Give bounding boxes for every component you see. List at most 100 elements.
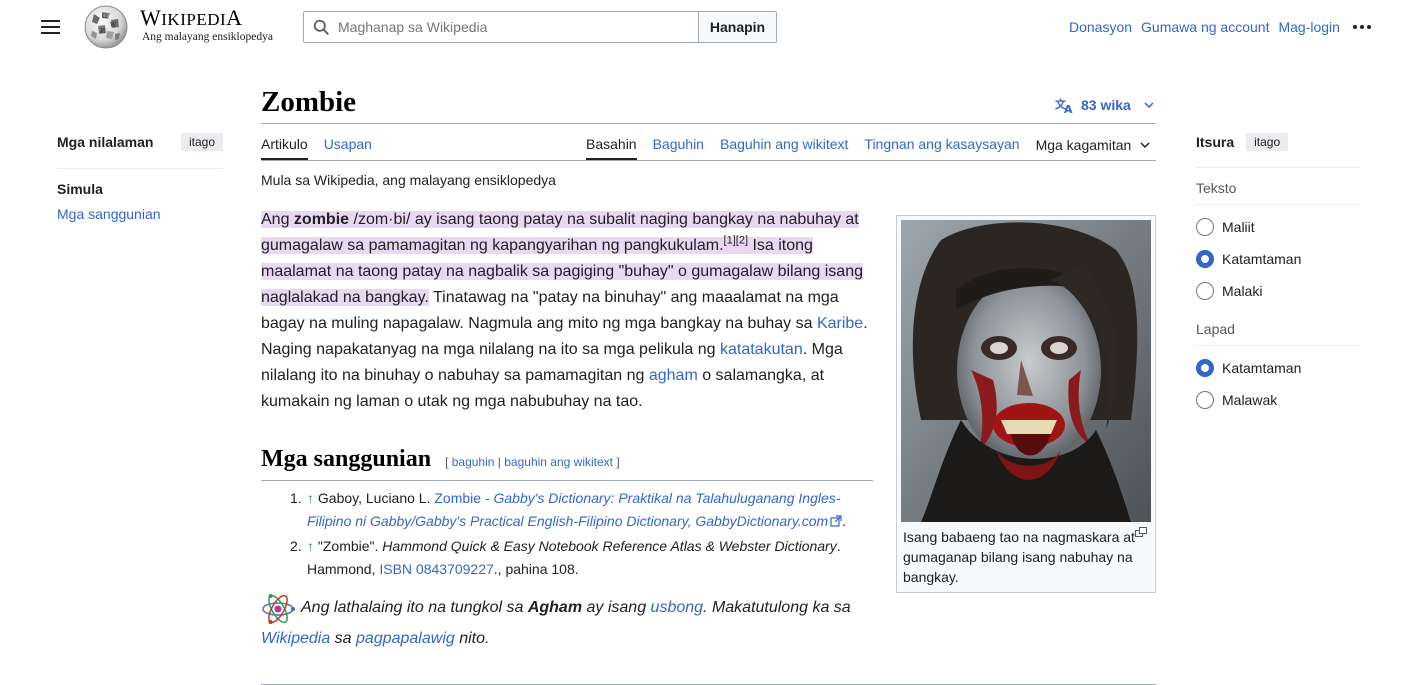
stub-link[interactable]: usbong xyxy=(651,599,704,616)
radio-text-small[interactable]: Maliit xyxy=(1196,211,1360,243)
radio-button[interactable] xyxy=(1196,359,1214,377)
stub-fragment: nito. xyxy=(454,630,490,647)
radio-width-wide[interactable]: Malawak xyxy=(1196,384,1360,416)
infobox-image-frame: Isang babaeng tao na nagmaskara at gumag… xyxy=(896,215,1156,593)
create-account-link[interactable]: Gumawa ng account xyxy=(1141,19,1269,35)
wikipedia-tagline: Ang malayang ensiklopedya xyxy=(142,31,273,43)
radio-button[interactable] xyxy=(1196,282,1214,300)
stub-text: Ang lathalaing ito na tungkol sa Agham a… xyxy=(261,592,873,654)
section-divider xyxy=(261,480,873,481)
lead-text: Ang xyxy=(261,211,294,228)
reference-end: . xyxy=(842,513,847,529)
more-options-icon[interactable] xyxy=(1352,18,1374,36)
link-agham[interactable]: agham xyxy=(649,367,698,384)
user-links: Donasyon Gumawa ng account Mag-login xyxy=(1069,19,1340,35)
tab-article[interactable]: Artikulo xyxy=(261,136,308,160)
search-box xyxy=(304,12,698,42)
link-karibe[interactable]: Karibe xyxy=(817,315,863,332)
appearance-header: Itsura itago xyxy=(1196,131,1360,153)
radio-button[interactable] xyxy=(1196,391,1214,409)
chevron-down-icon xyxy=(1144,102,1154,109)
external-link-icon xyxy=(830,515,842,527)
reference-number: 2. xyxy=(290,538,302,554)
tab-edit[interactable]: Baguhin xyxy=(653,136,704,160)
toc-item-references[interactable]: Mga sanggunian xyxy=(57,206,223,222)
width-label: Lapad xyxy=(1196,321,1235,337)
backlink-arrow[interactable]: ↑ xyxy=(307,490,314,506)
main-menu-icon[interactable] xyxy=(40,17,62,37)
radio-label: Malaki xyxy=(1222,283,1263,299)
text-size-options: Maliit Katamtaman Malaki xyxy=(1196,211,1360,307)
appearance-title: Itsura xyxy=(1196,134,1235,150)
radio-text-large[interactable]: Malaki xyxy=(1196,275,1360,307)
section-edit-links: [ baguhin | baguhin ang wikitext ] xyxy=(445,455,620,469)
search-button[interactable]: Hanapin xyxy=(698,12,776,42)
stub-fragment: . Makatutulong ka sa xyxy=(703,599,851,616)
reference-text: "Zombie". xyxy=(314,538,383,554)
separator: | xyxy=(494,455,505,469)
radio-label: Maliit xyxy=(1222,219,1255,235)
reference-number: 1. xyxy=(290,490,302,506)
appearance-divider xyxy=(1196,167,1360,168)
section-edit-source-link[interactable]: baguhin ang wikitext xyxy=(504,455,613,469)
reference-author: Gaboy, Luciano L. xyxy=(314,490,435,506)
wikipedia-link[interactable]: Wikipedia xyxy=(261,630,330,647)
search-input[interactable] xyxy=(338,12,698,42)
radio-button[interactable] xyxy=(1196,250,1214,268)
svg-text:A: A xyxy=(1064,103,1073,114)
chevron-down-icon xyxy=(1140,142,1150,149)
tools-label: Mga kagamitan xyxy=(1035,137,1132,153)
page-title: Zombie xyxy=(261,86,357,118)
view-tabs: Basahin Baguhin Baguhin ang wikitext Tin… xyxy=(586,136,1151,160)
tab-history[interactable]: Tingnan ang kasaysayan xyxy=(864,136,1019,160)
appearance-panel: Itsura itago Teksto Maliit Katamtaman Ma… xyxy=(1196,131,1360,416)
translate-icon: 文 A xyxy=(1055,97,1073,114)
citation-link[interactable]: [2] xyxy=(736,235,748,247)
svg-text:W: W xyxy=(110,22,117,29)
namespace-tabs: Artikulo Usapan xyxy=(261,136,372,160)
zombie-photo[interactable] xyxy=(901,220,1151,522)
text-size-label: Teksto xyxy=(1196,180,1237,196)
tab-read[interactable]: Basahin xyxy=(586,136,637,160)
radio-label: Malawak xyxy=(1222,392,1278,408)
backlink-arrow[interactable]: ↑ xyxy=(307,538,314,554)
bracket: ] xyxy=(613,455,620,469)
toc-title: Mga nilalaman xyxy=(57,133,154,150)
bracket: [ xyxy=(445,455,452,469)
reference-item: 1. ↑ Gaboy, Luciano L. Zombie - Gabby's … xyxy=(290,487,867,533)
radio-label: Katamtaman xyxy=(1222,251,1302,267)
tabs-divider xyxy=(261,160,1156,161)
stub-topic: Agham xyxy=(527,599,583,616)
svg-text:Ω: Ω xyxy=(102,13,107,20)
lead-paragraph: Ang zombie /zom·bi/ ay isang taong patay… xyxy=(261,207,871,415)
language-count: 83 wika xyxy=(1081,97,1131,113)
radio-width-standard[interactable]: Katamtaman xyxy=(1196,352,1360,384)
wikipedia-wordmark[interactable]: WIKIPEDIA xyxy=(140,7,243,31)
donate-link[interactable]: Donasyon xyxy=(1069,19,1132,35)
link-katatakutan[interactable]: katatakutan xyxy=(720,341,803,358)
stub-fragment: sa xyxy=(330,630,357,647)
tools-menu[interactable]: Mga kagamitan xyxy=(1036,136,1152,160)
title-divider xyxy=(261,123,1156,124)
radio-button[interactable] xyxy=(1196,218,1214,236)
toc-hide-button[interactable]: itago xyxy=(180,132,223,151)
header: Ω W И WIKIPEDIA Ang malayang ensiklopedy… xyxy=(0,0,1420,56)
width-options: Katamtaman Malawak xyxy=(1196,352,1360,416)
expand-link[interactable]: pagpapalawig xyxy=(356,630,455,647)
tab-edit-source[interactable]: Baguhin ang wikitext xyxy=(720,136,848,160)
reference-item: 2. ↑ "Zombie". Hammond Quick & Easy Note… xyxy=(290,535,867,581)
reference-text: ., pahina 108. xyxy=(493,561,579,577)
appearance-hide-button[interactable]: itago xyxy=(1246,133,1289,151)
tab-talk[interactable]: Usapan xyxy=(324,136,372,160)
isbn-link[interactable]: ISBN 0843709227 xyxy=(379,561,493,577)
toc-item-top[interactable]: Simula xyxy=(57,181,223,197)
language-button[interactable]: 文 A 83 wika xyxy=(1055,96,1155,114)
wikipedia-globe-logo[interactable]: Ω W И xyxy=(80,4,132,50)
site-subtitle: Mula sa Wikipedia, ang malayang ensiklop… xyxy=(261,172,556,188)
radio-label: Katamtaman xyxy=(1222,360,1302,376)
radio-text-standard[interactable]: Katamtaman xyxy=(1196,243,1360,275)
citation-link[interactable]: [1] xyxy=(724,235,736,247)
reference-link-site: , GabbyDictionary.com xyxy=(687,513,829,529)
login-link[interactable]: Mag-login xyxy=(1278,19,1339,35)
section-edit-link[interactable]: baguhin xyxy=(452,455,495,469)
